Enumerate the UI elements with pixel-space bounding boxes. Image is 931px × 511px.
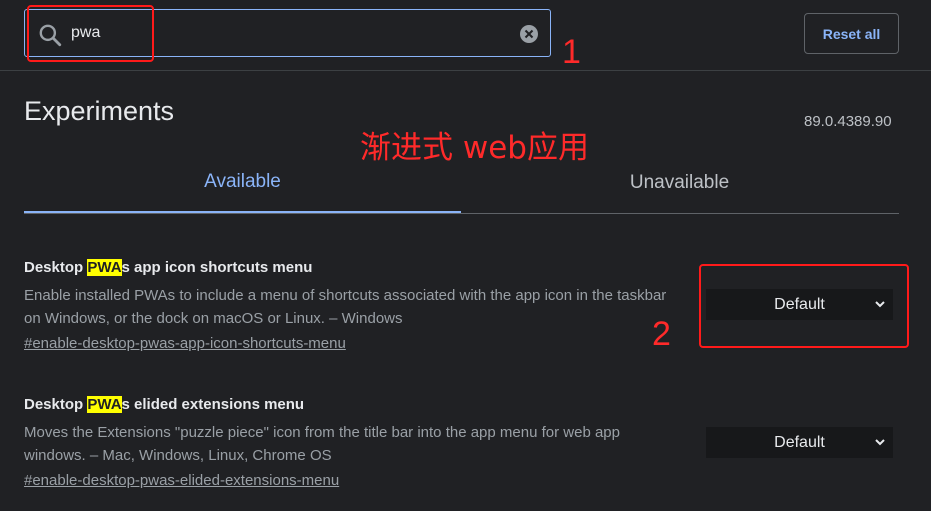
tab-unavailable[interactable]: Unavailable <box>461 160 898 212</box>
annotation-number-2: 2 <box>652 315 671 353</box>
experiment-name-suffix: s app icon shortcuts menu <box>121 259 313 276</box>
annotation-number-1: 1 <box>562 33 581 71</box>
experiment-link[interactable]: #enable-desktop-pwas-app-icon-shortcuts-… <box>24 335 346 352</box>
experiment-link[interactable]: #enable-desktop-pwas-elided-extensions-m… <box>24 472 339 489</box>
annotation-box-search <box>27 5 154 62</box>
experiment-name: Desktop PWAs elided extensions menu <box>24 396 304 413</box>
clear-search-icon[interactable] <box>519 24 539 44</box>
version-label: 89.0.4389.90 <box>804 113 892 130</box>
experiment-state-select[interactable]: Default <box>706 427 893 458</box>
search-highlight: PWA <box>87 396 122 413</box>
experiment-name-prefix: Desktop <box>24 259 88 276</box>
select-value: Default <box>774 434 825 451</box>
tabs: Available Unavailable <box>24 160 899 214</box>
experiment-name-suffix: s elided extensions menu <box>121 396 305 413</box>
reset-all-button[interactable]: Reset all <box>804 13 899 54</box>
experiment-name: Desktop PWAs app icon shortcuts menu <box>24 259 312 276</box>
annotation-box-select <box>699 264 909 348</box>
active-tab-indicator <box>24 211 461 213</box>
experiment-description: Enable installed PWAs to include a menu … <box>24 287 667 327</box>
search-highlight: PWA <box>87 259 122 276</box>
experiment-name-prefix: Desktop <box>24 396 88 413</box>
tab-available[interactable]: Available <box>24 160 461 212</box>
experiment-description: Moves the Extensions "puzzle piece" icon… <box>24 424 620 464</box>
chevron-down-icon <box>875 439 885 446</box>
page-title: Experiments <box>24 96 175 126</box>
